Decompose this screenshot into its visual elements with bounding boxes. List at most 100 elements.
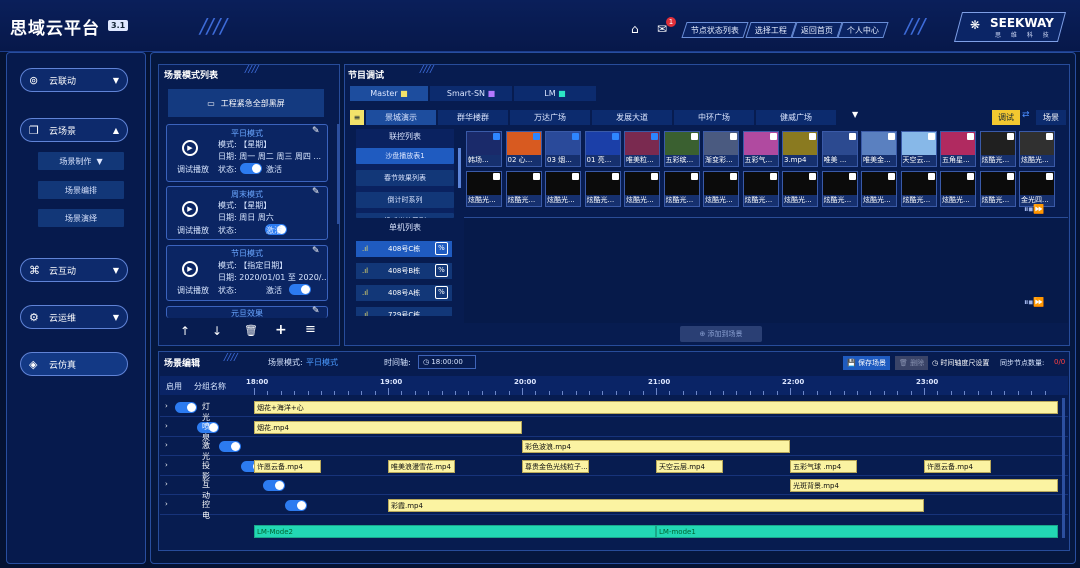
track-enable-toggle[interactable] <box>285 499 307 511</box>
scrollbar[interactable] <box>1062 398 1065 538</box>
more-areas-icon[interactable]: ▼ <box>852 110 858 119</box>
media-thumbnail[interactable]: 炫酷光... <box>979 171 1016 207</box>
media-thumbnail[interactable]: 五彩缤... <box>663 131 700 167</box>
arrow-down-icon[interactable]: ↓ <box>212 324 222 338</box>
area-tab[interactable]: 景城演示 <box>366 110 436 125</box>
play-icon[interactable]: ▶ <box>182 201 198 217</box>
checkbox[interactable] <box>888 133 895 140</box>
list-toggle-icon[interactable]: ≡ <box>350 110 364 125</box>
play-controls-icon[interactable]: ⏸⏹⏩ <box>1024 298 1044 308</box>
chevron-right-icon[interactable]: › <box>165 402 168 410</box>
media-thumbnail[interactable]: 炫酷光... <box>940 171 976 207</box>
nav-user-center[interactable]: 个人中心 <box>837 22 889 38</box>
edit-icon[interactable]: ✎ <box>312 306 320 316</box>
checkbox[interactable] <box>1046 133 1053 140</box>
area-tab[interactable]: 健威广场 <box>756 110 836 125</box>
checkbox[interactable] <box>690 173 698 180</box>
media-thumbnail[interactable]: 炫酷光... <box>742 171 779 207</box>
timeline-clip[interactable]: 彩色波浪.mp4 <box>522 440 790 453</box>
status-toggle[interactable] <box>289 284 312 295</box>
checkbox[interactable] <box>769 173 777 180</box>
edit-icon[interactable]: ✎ <box>312 187 320 197</box>
media-thumbnail[interactable]: 炫酷光... <box>861 171 897 207</box>
area-tab[interactable]: 万达广场 <box>510 110 590 125</box>
checkbox[interactable] <box>809 173 816 180</box>
checkbox[interactable] <box>1046 173 1053 180</box>
emergency-blackout-button[interactable]: ▭ 工程紧急全部黑屏 <box>168 89 324 117</box>
sub-scene-make[interactable]: 场景制作 ▼ <box>38 152 124 170</box>
timeline-clip[interactable]: 许愿云备.mp4 <box>254 459 321 473</box>
lm-clip[interactable]: LM-mode1 <box>656 525 1058 538</box>
menu-icon[interactable]: ≡ <box>305 322 316 337</box>
debug-button[interactable]: 调试 <box>992 110 1020 125</box>
device-item[interactable]: .ıl 408号B栋% <box>356 263 452 279</box>
timeline-clip[interactable]: 光斑背景.mp4 <box>790 479 1058 492</box>
checkbox[interactable] <box>1006 133 1014 140</box>
media-thumbnail[interactable]: 渐变彩... <box>703 131 739 167</box>
device-item[interactable]: .ıl 408号A栋% <box>356 285 452 301</box>
media-thumbnail[interactable]: 炫酷光... <box>1019 131 1055 167</box>
sidebar-item-link[interactable]: ⊚ 云联动 ▼ <box>20 68 128 92</box>
chevron-right-icon[interactable]: › <box>165 422 168 430</box>
timeline-clip[interactable]: 彩霞.mp4 <box>388 498 924 512</box>
checkbox[interactable] <box>888 173 895 180</box>
media-thumbnail[interactable]: 炫酷光... <box>663 171 700 207</box>
media-thumbnail[interactable]: 金光四... <box>1019 171 1055 207</box>
timeline-settings-button[interactable]: ◷ 时间轴度尺设置 <box>928 356 993 370</box>
link-list-item[interactable]: 春节效果列表 <box>356 170 454 186</box>
media-thumbnail[interactable]: 炫酷光... <box>545 171 581 207</box>
link-list-item[interactable]: 沙盘播放表1 <box>356 148 454 164</box>
trash-icon[interactable]: 🗑 <box>244 324 258 337</box>
media-thumbnail[interactable]: 炫酷光... <box>505 171 542 207</box>
checkbox[interactable] <box>730 133 737 140</box>
link-chain-icon[interactable]: % <box>435 242 448 255</box>
lm-clip[interactable]: LM-Mode2 <box>254 525 656 538</box>
area-tab[interactable]: 群华楼群 <box>438 110 508 125</box>
checkbox[interactable] <box>769 133 777 140</box>
media-thumbnail[interactable]: 炫酷光... <box>821 171 858 207</box>
debug-play-label[interactable]: 调试播放 <box>177 225 209 236</box>
edit-icon[interactable]: ✎ <box>312 246 320 256</box>
track-enable-toggle[interactable] <box>219 441 241 452</box>
tab-lm[interactable]: LM ■ <box>514 86 596 101</box>
track-enable-toggle[interactable] <box>175 402 197 413</box>
checkbox[interactable] <box>967 133 974 140</box>
timeline-clip[interactable]: 天空云层.mp4 <box>656 459 723 473</box>
media-thumbnail[interactable]: 炫酷光... <box>979 131 1016 167</box>
media-thumbnail[interactable]: 韩场... <box>466 131 502 167</box>
chevron-right-icon[interactable]: › <box>165 500 168 508</box>
nav-select-project[interactable]: 选择工程 <box>745 22 797 38</box>
debug-play-label[interactable]: 调试播放 <box>177 285 209 296</box>
media-thumbnail[interactable]: 3.mp4 <box>782 131 818 167</box>
media-thumbnail[interactable]: 天空云... <box>900 131 937 167</box>
media-thumbnail[interactable]: 唯美粒... <box>624 131 660 167</box>
sidebar-item-simulation[interactable]: ◈ 云仿真 <box>20 352 128 376</box>
device-item[interactable]: .ıl 729号C栋 <box>356 307 452 316</box>
checkbox[interactable] <box>572 133 579 140</box>
timeline-clip[interactable]: 尊贵金色光线粒子... <box>522 459 589 473</box>
scene-button[interactable]: 场景 <box>1036 110 1066 125</box>
chevron-right-icon[interactable]: › <box>165 461 168 469</box>
edit-icon[interactable]: ✎ <box>312 126 320 136</box>
media-thumbnail[interactable]: 五角星... <box>940 131 976 167</box>
checkbox[interactable] <box>493 173 500 180</box>
home-icon[interactable]: ⌂ <box>631 22 639 36</box>
checkbox[interactable] <box>848 173 856 180</box>
chevron-right-icon[interactable]: › <box>165 441 168 449</box>
media-thumbnail[interactable]: 02 心... <box>505 131 542 167</box>
sub-scene-arrange[interactable]: 场景编排 <box>38 181 124 199</box>
area-tab[interactable]: 发展大道 <box>592 110 672 125</box>
sidebar-item-maintenance[interactable]: ⚙ 云运维 ▼ <box>20 305 128 329</box>
checkbox[interactable] <box>1006 173 1014 180</box>
media-thumbnail[interactable]: 03 烟... <box>545 131 581 167</box>
media-thumbnail[interactable]: 炫酷光... <box>466 171 502 207</box>
tab-smart-sn[interactable]: Smart-SN ■ <box>430 86 512 101</box>
area-tab[interactable]: 中环广场 <box>674 110 754 125</box>
track-enable-toggle[interactable] <box>263 480 285 491</box>
time-input[interactable]: ◷ 18:00:00 <box>418 355 476 369</box>
media-thumbnail[interactable]: 炫酷光... <box>584 171 621 207</box>
checkbox[interactable] <box>690 133 698 140</box>
checkbox[interactable] <box>927 173 935 180</box>
nav-home[interactable]: 返回首页 <box>791 22 843 38</box>
checkbox[interactable] <box>809 133 816 140</box>
